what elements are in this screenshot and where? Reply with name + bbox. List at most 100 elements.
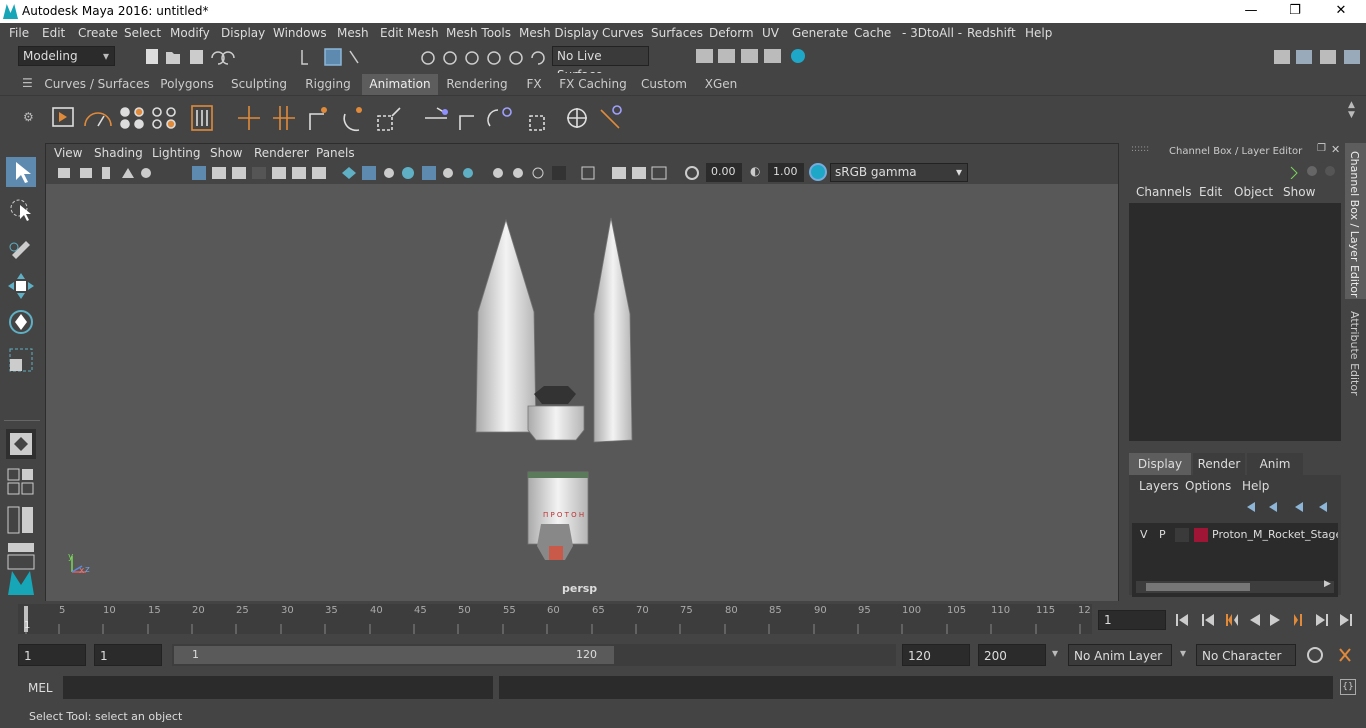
playback-end-field[interactable]: 120 [902, 644, 970, 666]
viewport-3d-view[interactable]: П Р О Т О Н y x z persp [46, 184, 1118, 601]
chevron-down-icon[interactable]: ▾ [1052, 646, 1058, 660]
layer-row[interactable]: V P Proton_M_Rocket_Stage_ [1132, 525, 1338, 545]
close-button[interactable]: ✕ [1318, 0, 1364, 23]
rotate-tool-icon[interactable] [6, 307, 36, 337]
scale-tool-icon[interactable] [6, 345, 36, 375]
menu-3dtoall[interactable]: - 3DtoAll - [902, 26, 962, 40]
scene-start-field[interactable]: 1 [18, 644, 86, 666]
time-slider-track[interactable]: 1 5 10 15 20 25 30 35 40 45 50 55 60 65 … [18, 604, 1092, 634]
menu-edit-mesh[interactable]: Edit Mesh [380, 26, 439, 40]
menu-uv[interactable]: UV [762, 26, 779, 40]
layer-hscrollbar[interactable]: ▶ [1136, 579, 1334, 593]
two-view-layout-icon[interactable] [6, 505, 36, 535]
exposure-field[interactable]: 0.00 [706, 163, 742, 182]
maximize-button[interactable]: ❐ [1272, 0, 1318, 23]
range-slider-handle[interactable] [174, 646, 614, 664]
tab-polygons[interactable]: Polygons [152, 74, 222, 95]
layer-playback-toggle[interactable]: P [1159, 528, 1166, 541]
lasso-tool-icon[interactable] [6, 195, 36, 225]
gamma-field[interactable]: 1.00 [768, 163, 804, 182]
tab-fx-caching[interactable]: FX Caching [554, 74, 632, 95]
menu-create[interactable]: Create [78, 26, 118, 40]
playback-start-field[interactable]: 1 [94, 644, 162, 666]
menu-mesh-tools[interactable]: Mesh Tools [446, 26, 511, 40]
scene-rocket-stages[interactable]: П Р О Т О Н [46, 184, 1118, 601]
tab-render[interactable]: Render [1193, 453, 1245, 475]
mel-input[interactable] [63, 676, 493, 699]
side-tab-attribute-editor[interactable]: Attribute Editor [1345, 303, 1366, 399]
le-menu-help[interactable]: Help [1242, 479, 1269, 493]
mel-label[interactable]: MEL [28, 681, 53, 695]
tab-xgen[interactable]: XGen [696, 74, 746, 95]
mode-selector[interactable]: Modeling ▾ [18, 46, 115, 66]
menu-redshift[interactable]: Redshift [967, 26, 1016, 40]
menu-windows[interactable]: Windows [273, 26, 327, 40]
scrollbar-thumb[interactable] [1146, 583, 1250, 591]
menu-generate[interactable]: Generate [792, 26, 848, 40]
menu-deform[interactable]: Deform [709, 26, 754, 40]
layer-visibility-toggle[interactable]: V [1140, 528, 1148, 541]
color-space-selector[interactable]: sRGB gamma ▾ [830, 163, 968, 182]
script-editor-icon[interactable]: {} [1340, 679, 1356, 695]
layer-color-swatch[interactable] [1194, 528, 1208, 542]
range-slider[interactable]: 1 120 [172, 644, 896, 666]
cb-menu-channels[interactable]: Channels [1136, 185, 1192, 199]
menu-curves[interactable]: Curves [602, 26, 644, 40]
vp-menu-view[interactable]: View [54, 146, 82, 160]
close-panel-icon[interactable]: ✕ [1331, 143, 1340, 156]
vp-menu-renderer[interactable]: Renderer [254, 146, 309, 160]
le-menu-layers[interactable]: Layers [1139, 479, 1179, 493]
minimize-button[interactable]: — [1228, 0, 1274, 23]
gear-icon[interactable]: ⚙ [23, 110, 34, 124]
select-tool-icon[interactable] [6, 157, 36, 187]
tab-rigging[interactable]: Rigging [296, 74, 360, 95]
float-panel-icon[interactable]: ❐ [1317, 143, 1326, 154]
tab-display[interactable]: Display [1129, 453, 1191, 475]
character-set-selector[interactable]: No Character Set [1196, 644, 1296, 685]
tab-sculpting[interactable]: Sculpting [224, 74, 294, 95]
tab-curves-surfaces[interactable]: Curves / Surfaces [44, 74, 150, 95]
menu-surfaces[interactable]: Surfaces [651, 26, 703, 40]
tab-anim[interactable]: Anim [1247, 453, 1303, 475]
layer-reference-toggle[interactable] [1175, 528, 1189, 542]
menu-edit[interactable]: Edit [42, 26, 65, 40]
cb-menu-object[interactable]: Object [1234, 185, 1273, 199]
cb-menu-show[interactable]: Show [1283, 185, 1315, 199]
menu-modify[interactable]: Modify [170, 26, 210, 40]
channel-list[interactable] [1129, 203, 1341, 441]
le-menu-options[interactable]: Options [1185, 479, 1231, 493]
side-tab-channel-box[interactable]: Channel Box / Layer Editor [1345, 143, 1366, 299]
scene-end-field[interactable]: 200 [978, 644, 1046, 666]
menu-help[interactable]: Help [1025, 26, 1052, 40]
anim-layer-selector[interactable]: No Anim Layer [1068, 644, 1172, 666]
color-management-icon[interactable] [809, 163, 827, 181]
paint-select-icon[interactable] [6, 233, 36, 263]
drag-handle[interactable]: :::::: [1131, 144, 1149, 154]
scroll-right-icon[interactable]: ▶ [1324, 579, 1331, 589]
menu-lines-icon[interactable]: ☰ [22, 76, 33, 90]
vp-menu-panels[interactable]: Panels [316, 146, 355, 160]
chevron-down-icon[interactable]: ▾ [1180, 646, 1186, 660]
vp-menu-shading[interactable]: Shading [94, 146, 143, 160]
vp-menu-lighting[interactable]: Lighting [152, 146, 201, 160]
cb-menu-edit[interactable]: Edit [1199, 185, 1222, 199]
menu-display[interactable]: Display [221, 26, 265, 40]
vp-menu-show[interactable]: Show [210, 146, 242, 160]
menu-mesh-display[interactable]: Mesh Display [519, 26, 599, 40]
layer-name[interactable]: Proton_M_Rocket_Stage_ [1212, 528, 1338, 541]
menu-mesh[interactable]: Mesh [337, 26, 369, 40]
menu-file[interactable]: File [9, 26, 29, 40]
four-view-layout-icon[interactable] [6, 467, 36, 497]
tab-custom[interactable]: Custom [634, 74, 694, 95]
menu-select[interactable]: Select [124, 26, 161, 40]
tab-animation[interactable]: Animation [362, 74, 438, 95]
menu-cache[interactable]: Cache [854, 26, 891, 40]
tab-rendering[interactable]: Rendering [440, 74, 514, 95]
move-tool-icon[interactable] [6, 271, 36, 301]
current-frame-field[interactable]: 1 [1098, 610, 1166, 630]
live-surface-field[interactable]: No Live Surface [552, 46, 649, 82]
shelf-scroll-icons[interactable]: ▲ ▼ [1348, 100, 1355, 120]
tab-fx[interactable]: FX [516, 74, 552, 95]
single-view-layout-icon[interactable] [6, 429, 36, 459]
tick-120: 12 [1078, 605, 1091, 616]
